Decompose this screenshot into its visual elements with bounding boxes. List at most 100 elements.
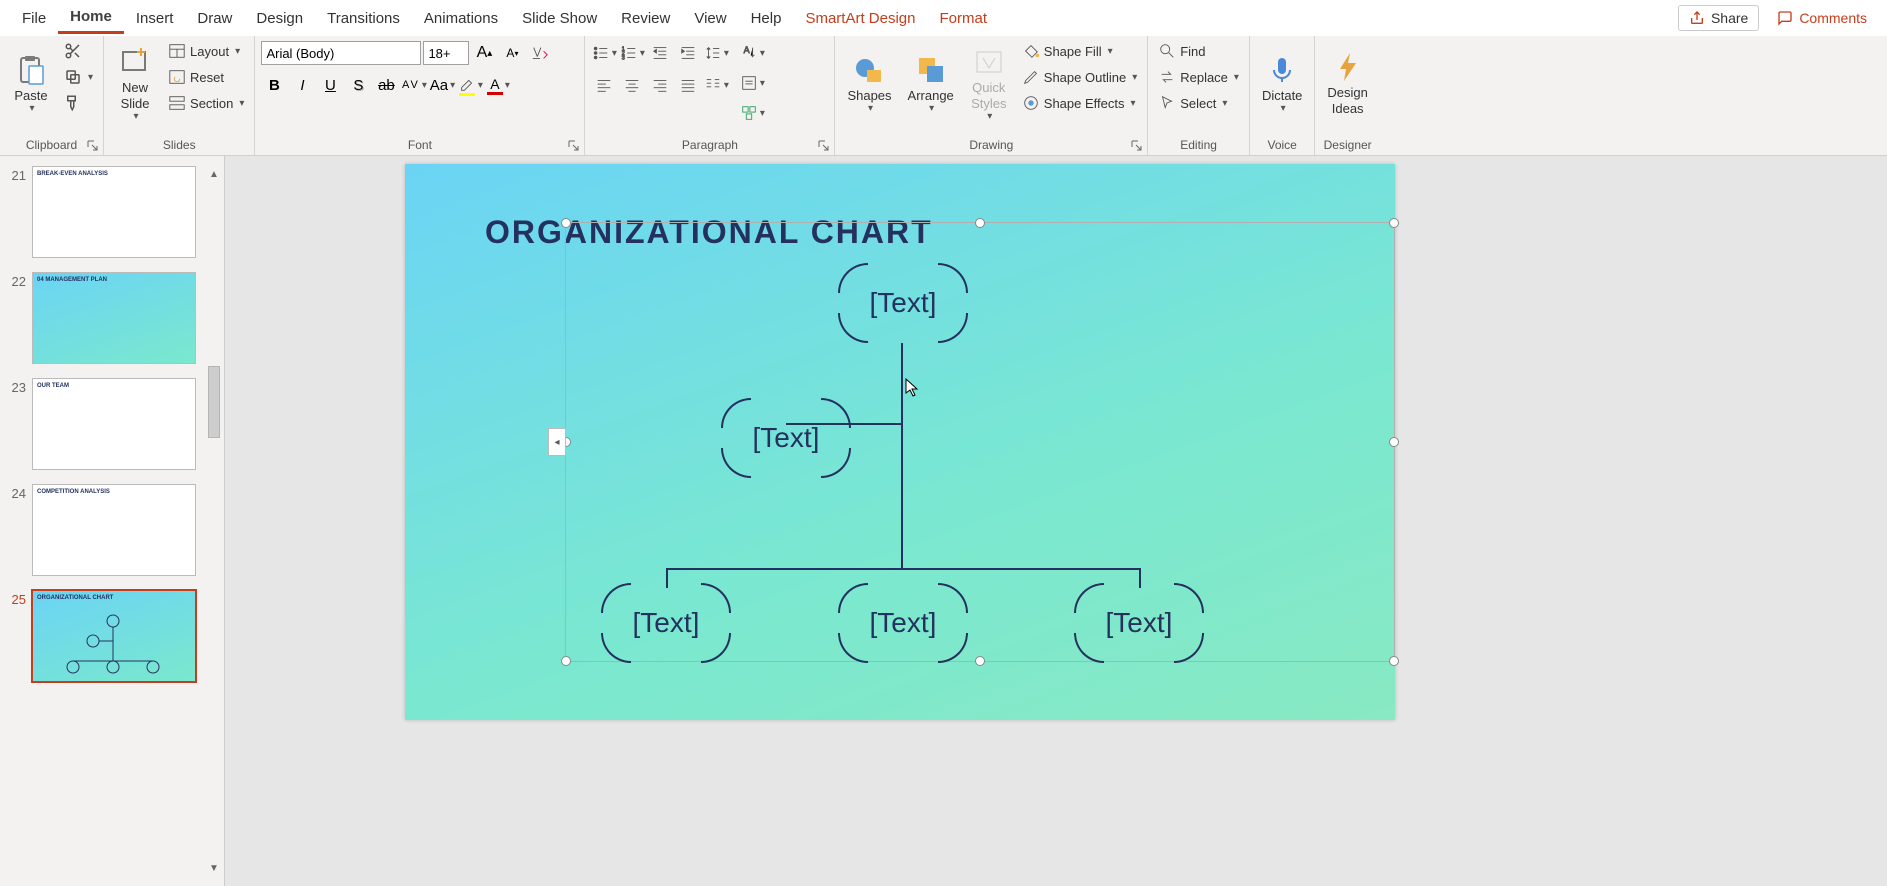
design-ideas-button[interactable]: Design Ideas xyxy=(1321,40,1373,128)
clear-formatting-button[interactable] xyxy=(527,40,553,66)
dialog-launcher[interactable] xyxy=(87,139,99,151)
resize-handle-bl[interactable] xyxy=(561,656,571,666)
thumbnail-23[interactable]: OUR TEAM xyxy=(32,378,196,470)
org-node-top[interactable]: [Text] xyxy=(838,263,968,343)
scroll-down-button[interactable]: ▼ xyxy=(206,860,222,876)
resize-handle-tm[interactable] xyxy=(975,218,985,228)
tab-slideshow[interactable]: Slide Show xyxy=(510,4,609,33)
dialog-launcher[interactable] xyxy=(818,139,830,151)
org-node-text[interactable]: [Text] xyxy=(838,583,968,663)
highlight-button[interactable]: ▾ xyxy=(457,72,483,98)
arrange-button[interactable]: Arrange▾ xyxy=(902,40,960,128)
strikethrough-button[interactable]: ab xyxy=(373,72,399,98)
numbering-button[interactable]: 123▾ xyxy=(619,40,645,66)
arrange-label: Arrange xyxy=(908,88,954,104)
decrease-indent-button[interactable] xyxy=(647,40,673,66)
paste-button[interactable]: Paste ▾ xyxy=(6,40,56,128)
smartart-selection-frame[interactable]: ◂ [Text] [Text] [Text] xyxy=(565,222,1395,662)
scroll-up-button[interactable]: ▲ xyxy=(206,166,222,182)
comments-button[interactable]: Comments xyxy=(1767,6,1877,30)
decrease-font-button[interactable]: A▾ xyxy=(499,40,525,66)
select-button[interactable]: Select▾ xyxy=(1154,92,1243,114)
resize-handle-tr[interactable] xyxy=(1389,218,1399,228)
thumbnail-24[interactable]: COMPETITION ANALYSIS xyxy=(32,484,196,576)
font-size-select[interactable] xyxy=(423,41,469,65)
slide[interactable]: ORGANIZATIONAL CHART ◂ xyxy=(405,164,1395,720)
dialog-launcher[interactable] xyxy=(568,139,580,151)
bullets-icon xyxy=(592,44,610,62)
char-spacing-button[interactable]: AV▾ xyxy=(401,72,427,98)
resize-handle-mr[interactable] xyxy=(1389,437,1399,447)
thumbnail-22[interactable]: 04 MANAGEMENT PLAN xyxy=(32,272,196,364)
shape-fill-button[interactable]: Shape Fill▾ xyxy=(1018,40,1141,62)
align-right-button[interactable] xyxy=(647,72,673,98)
tab-review[interactable]: Review xyxy=(609,4,682,33)
text-pane-toggle[interactable]: ◂ xyxy=(548,428,566,456)
change-case-button[interactable]: Aa▾ xyxy=(429,72,455,98)
line-spacing-button[interactable]: ▾ xyxy=(703,40,729,66)
text-direction-button[interactable]: A▾ xyxy=(739,40,765,66)
tab-design[interactable]: Design xyxy=(244,4,315,33)
org-node-assistant[interactable]: [Text] xyxy=(721,398,851,478)
increase-indent-button[interactable] xyxy=(675,40,701,66)
tab-file[interactable]: File xyxy=(10,4,58,33)
tab-transitions[interactable]: Transitions xyxy=(315,4,412,33)
align-center-button[interactable] xyxy=(619,72,645,98)
new-slide-button[interactable]: New Slide ▾ xyxy=(110,40,160,128)
org-node-text[interactable]: [Text] xyxy=(601,583,731,663)
bullets-button[interactable]: ▾ xyxy=(591,40,617,66)
new-slide-icon xyxy=(119,46,151,78)
tab-animations[interactable]: Animations xyxy=(412,4,510,33)
resize-handle-bm[interactable] xyxy=(975,656,985,666)
replace-button[interactable]: Replace▾ xyxy=(1154,66,1243,88)
reset-button[interactable]: Reset xyxy=(164,66,248,88)
thumbnail-25[interactable]: ORGANIZATIONAL CHART xyxy=(32,590,196,682)
org-node-text[interactable]: [Text] xyxy=(721,398,851,478)
tab-view[interactable]: View xyxy=(682,4,738,33)
shape-outline-button[interactable]: Shape Outline▾ xyxy=(1018,66,1141,88)
tab-format[interactable]: Format xyxy=(928,4,1000,33)
copy-button[interactable]: ▾ xyxy=(60,66,97,88)
shape-effects-button[interactable]: Shape Effects▾ xyxy=(1018,92,1141,114)
org-node-child-3[interactable]: [Text] xyxy=(1074,583,1204,663)
shapes-button[interactable]: Shapes▾ xyxy=(841,40,897,128)
align-left-button[interactable] xyxy=(591,72,617,98)
scrollbar-thumb[interactable] xyxy=(208,366,220,438)
group-paragraph: ▾ 123▾ ▾ ▾ A▾ ▾ ▾ Paragraph xyxy=(585,36,835,155)
dictate-button[interactable]: Dictate▾ xyxy=(1256,40,1308,128)
quick-styles-button[interactable]: Quick Styles▾ xyxy=(964,40,1014,128)
tab-draw[interactable]: Draw xyxy=(185,4,244,33)
convert-smartart-button[interactable]: ▾ xyxy=(739,100,765,126)
org-node-text[interactable]: [Text] xyxy=(838,263,968,343)
thumbnail-row: 23 OUR TEAM xyxy=(4,378,220,470)
layout-button[interactable]: Layout▾ xyxy=(164,40,248,62)
thumbnail-21[interactable]: BREAK-EVEN ANALYSIS xyxy=(32,166,196,258)
format-painter-button[interactable] xyxy=(60,92,97,114)
tab-insert[interactable]: Insert xyxy=(124,4,186,33)
find-button[interactable]: Find xyxy=(1154,40,1243,62)
section-button[interactable]: Section▾ xyxy=(164,92,248,114)
underline-button[interactable]: U xyxy=(317,72,343,98)
tab-home[interactable]: Home xyxy=(58,2,124,34)
resize-handle-tl[interactable] xyxy=(561,218,571,228)
resize-handle-br[interactable] xyxy=(1389,656,1399,666)
thumbnail-scrollbar[interactable]: ▲ ▼ xyxy=(206,166,222,876)
justify-button[interactable] xyxy=(675,72,701,98)
shadow-button[interactable]: S xyxy=(345,72,371,98)
font-name-select[interactable] xyxy=(261,41,421,65)
org-node-child-2[interactable]: [Text] xyxy=(838,583,968,663)
increase-font-button[interactable]: A▴ xyxy=(471,40,497,66)
align-text-button[interactable]: ▾ xyxy=(739,70,765,96)
share-button[interactable]: Share xyxy=(1678,5,1759,31)
italic-button[interactable]: I xyxy=(289,72,315,98)
tab-smartart-design[interactable]: SmartArt Design xyxy=(793,4,927,33)
org-node-child-1[interactable]: [Text] xyxy=(601,583,731,663)
slide-canvas-area[interactable]: ORGANIZATIONAL CHART ◂ xyxy=(225,156,1887,886)
columns-button[interactable]: ▾ xyxy=(703,72,729,98)
dialog-launcher[interactable] xyxy=(1131,139,1143,151)
font-color-button[interactable]: A▾ xyxy=(485,72,511,98)
org-node-text[interactable]: [Text] xyxy=(1074,583,1204,663)
tab-help[interactable]: Help xyxy=(739,4,794,33)
bold-button[interactable]: B xyxy=(261,72,287,98)
cut-button[interactable] xyxy=(60,40,97,62)
